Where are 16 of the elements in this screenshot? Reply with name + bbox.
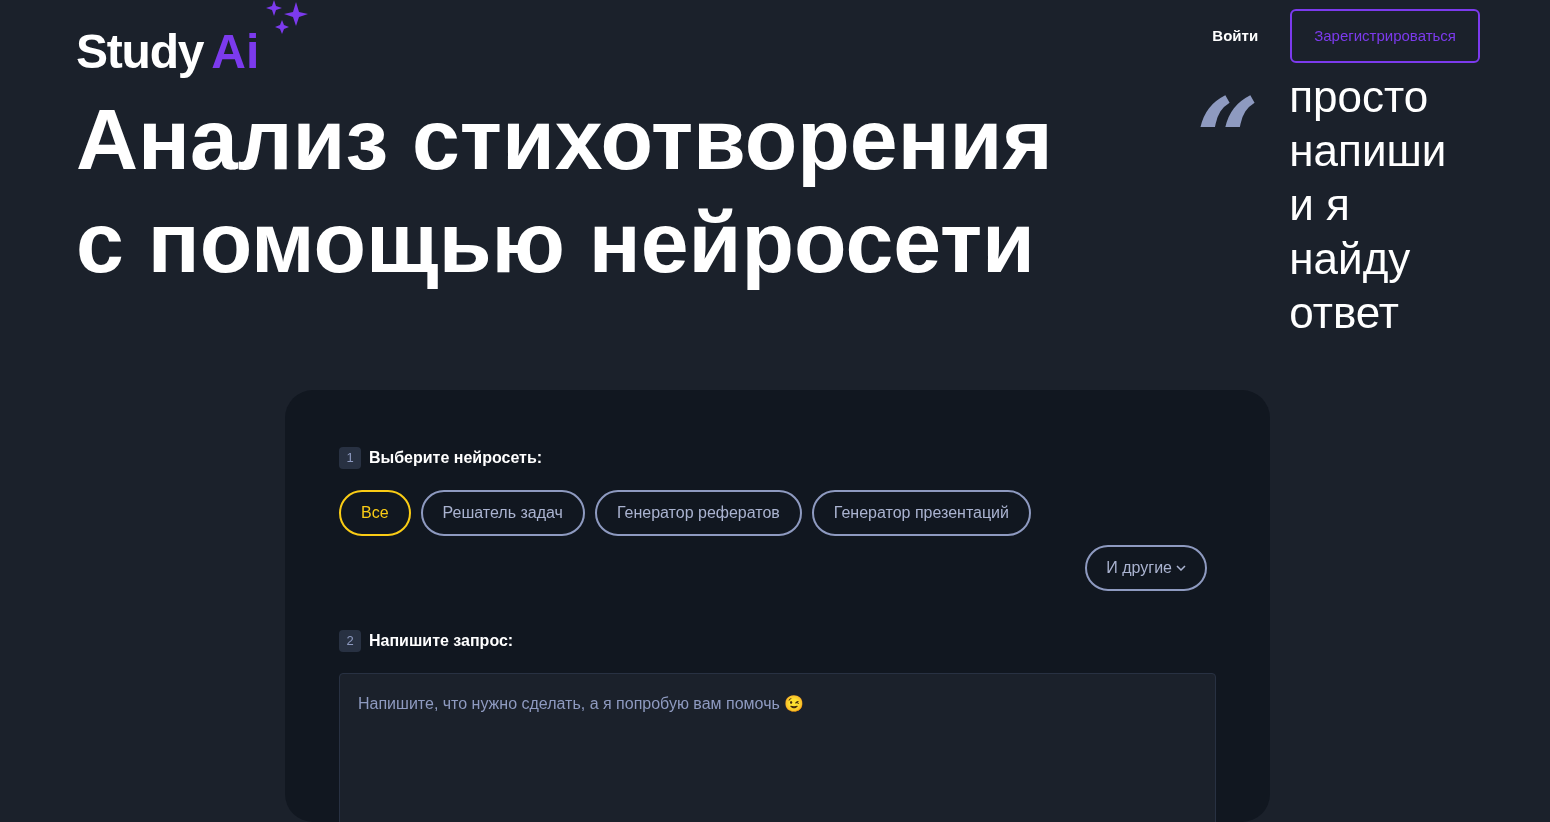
logo[interactable]: Study Ai bbox=[76, 8, 260, 76]
filter-chip[interactable]: Генератор презентаций bbox=[811, 490, 1031, 536]
filter-chip[interactable]: Генератор рефератов bbox=[594, 490, 802, 536]
chevron-down-icon bbox=[1176, 565, 1186, 571]
hero-title: Анализ стихотворения с помощью нейросети bbox=[76, 90, 1054, 292]
step-label: Напишите запрос: bbox=[369, 631, 514, 651]
filter-chip[interactable]: Все bbox=[339, 490, 411, 536]
request-field[interactable]: Напишите, что нужно сделать, а я попробую вам помочь 😉 bbox=[339, 673, 1216, 822]
step-number: 2 bbox=[339, 630, 361, 652]
quote-mark: “ bbox=[1196, 84, 1260, 164]
more-button[interactable]: И другие bbox=[1085, 545, 1207, 591]
step-number: 1 bbox=[339, 447, 361, 469]
login-link[interactable]: Войти bbox=[1212, 24, 1259, 48]
filter-chip[interactable]: Решатель задач bbox=[420, 490, 585, 536]
step-label: Выберите нейросеть: bbox=[369, 448, 543, 468]
tagline: просто напиши и я найду ответ bbox=[1289, 71, 1447, 339]
